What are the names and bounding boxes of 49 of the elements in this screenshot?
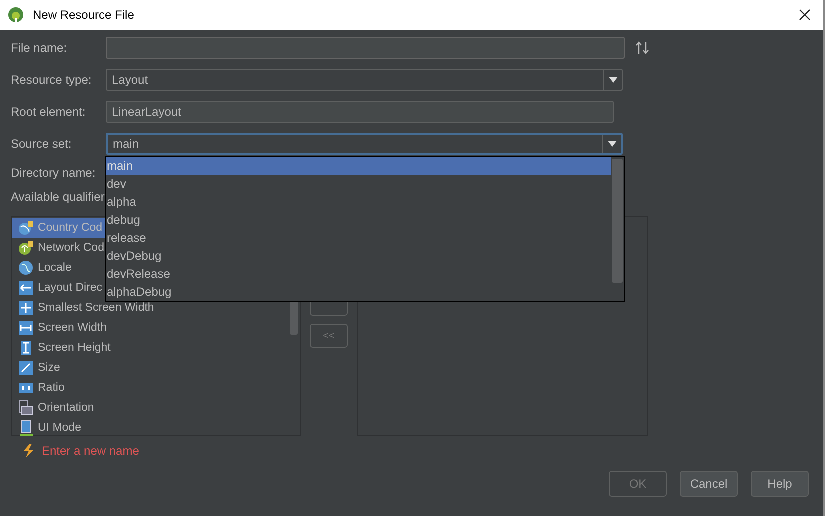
field-label: Directory name: bbox=[11, 166, 97, 180]
dropdown-arrow-icon bbox=[608, 141, 616, 147]
dropdown-item[interactable]: dev bbox=[106, 175, 611, 193]
qualifier-item[interactable]: UI Mode bbox=[12, 418, 84, 438]
qualifier-item[interactable]: Smallest Screen Width bbox=[12, 298, 156, 318]
dropdown-arrow-icon bbox=[608, 77, 618, 83]
field-label: File name: bbox=[11, 41, 68, 55]
resize-icon bbox=[18, 360, 34, 376]
move-icon bbox=[18, 300, 34, 316]
qualifier-item[interactable]: Size bbox=[12, 358, 62, 378]
dropdown-item[interactable]: devRelease bbox=[106, 265, 611, 283]
height-icon bbox=[18, 340, 34, 356]
lightning-icon bbox=[22, 444, 36, 458]
qualifier-item[interactable]: Network Cod bbox=[12, 238, 106, 258]
combo-box[interactable]: Layout bbox=[106, 69, 623, 91]
device-icon bbox=[18, 420, 34, 436]
dropdown-item[interactable]: release bbox=[106, 229, 611, 247]
qualifier-item[interactable]: Screen Height bbox=[12, 338, 113, 358]
dialog-button[interactable]: Help bbox=[751, 471, 809, 497]
globe-icon bbox=[18, 260, 34, 276]
dropdown-item[interactable]: devDebug bbox=[106, 247, 611, 265]
arrow-left-icon bbox=[18, 280, 34, 296]
input-field[interactable] bbox=[106, 37, 625, 59]
globe-icon bbox=[18, 220, 34, 236]
field-label: Resource type: bbox=[11, 73, 93, 87]
input-field[interactable]: LinearLayout bbox=[106, 101, 614, 123]
qualifier-item[interactable]: Screen Width bbox=[12, 318, 110, 338]
ratio-icon bbox=[18, 380, 34, 396]
error-message: Enter a new name bbox=[42, 444, 140, 458]
field-label: Root element: bbox=[11, 105, 87, 119]
qualifier-item[interactable]: Orientation bbox=[12, 398, 96, 418]
qualifier-item[interactable]: Layout Direc bbox=[12, 278, 105, 298]
signal-icon bbox=[18, 240, 34, 256]
qualifier-item[interactable]: Locale bbox=[12, 258, 74, 278]
field-label: Available qualifier bbox=[11, 190, 106, 204]
dialog-button[interactable]: Cancel bbox=[680, 471, 738, 497]
sort-icon[interactable] bbox=[635, 41, 651, 55]
combo-box[interactable]: main bbox=[106, 133, 623, 155]
devices-icon bbox=[18, 400, 34, 416]
scrollbar-thumb[interactable] bbox=[612, 159, 623, 283]
dropdown-item[interactable]: main bbox=[106, 157, 611, 175]
window-title: New Resource File bbox=[33, 8, 136, 22]
dropdown-item[interactable]: debug bbox=[106, 211, 611, 229]
dropdown-item[interactable]: alpha bbox=[106, 193, 611, 211]
field-label: Source set: bbox=[11, 137, 73, 151]
width-icon bbox=[18, 320, 34, 336]
dropdown-item[interactable]: alphaDebug bbox=[106, 283, 611, 301]
close-icon[interactable] bbox=[799, 9, 811, 21]
qualifier-item[interactable]: Ratio bbox=[12, 378, 67, 398]
